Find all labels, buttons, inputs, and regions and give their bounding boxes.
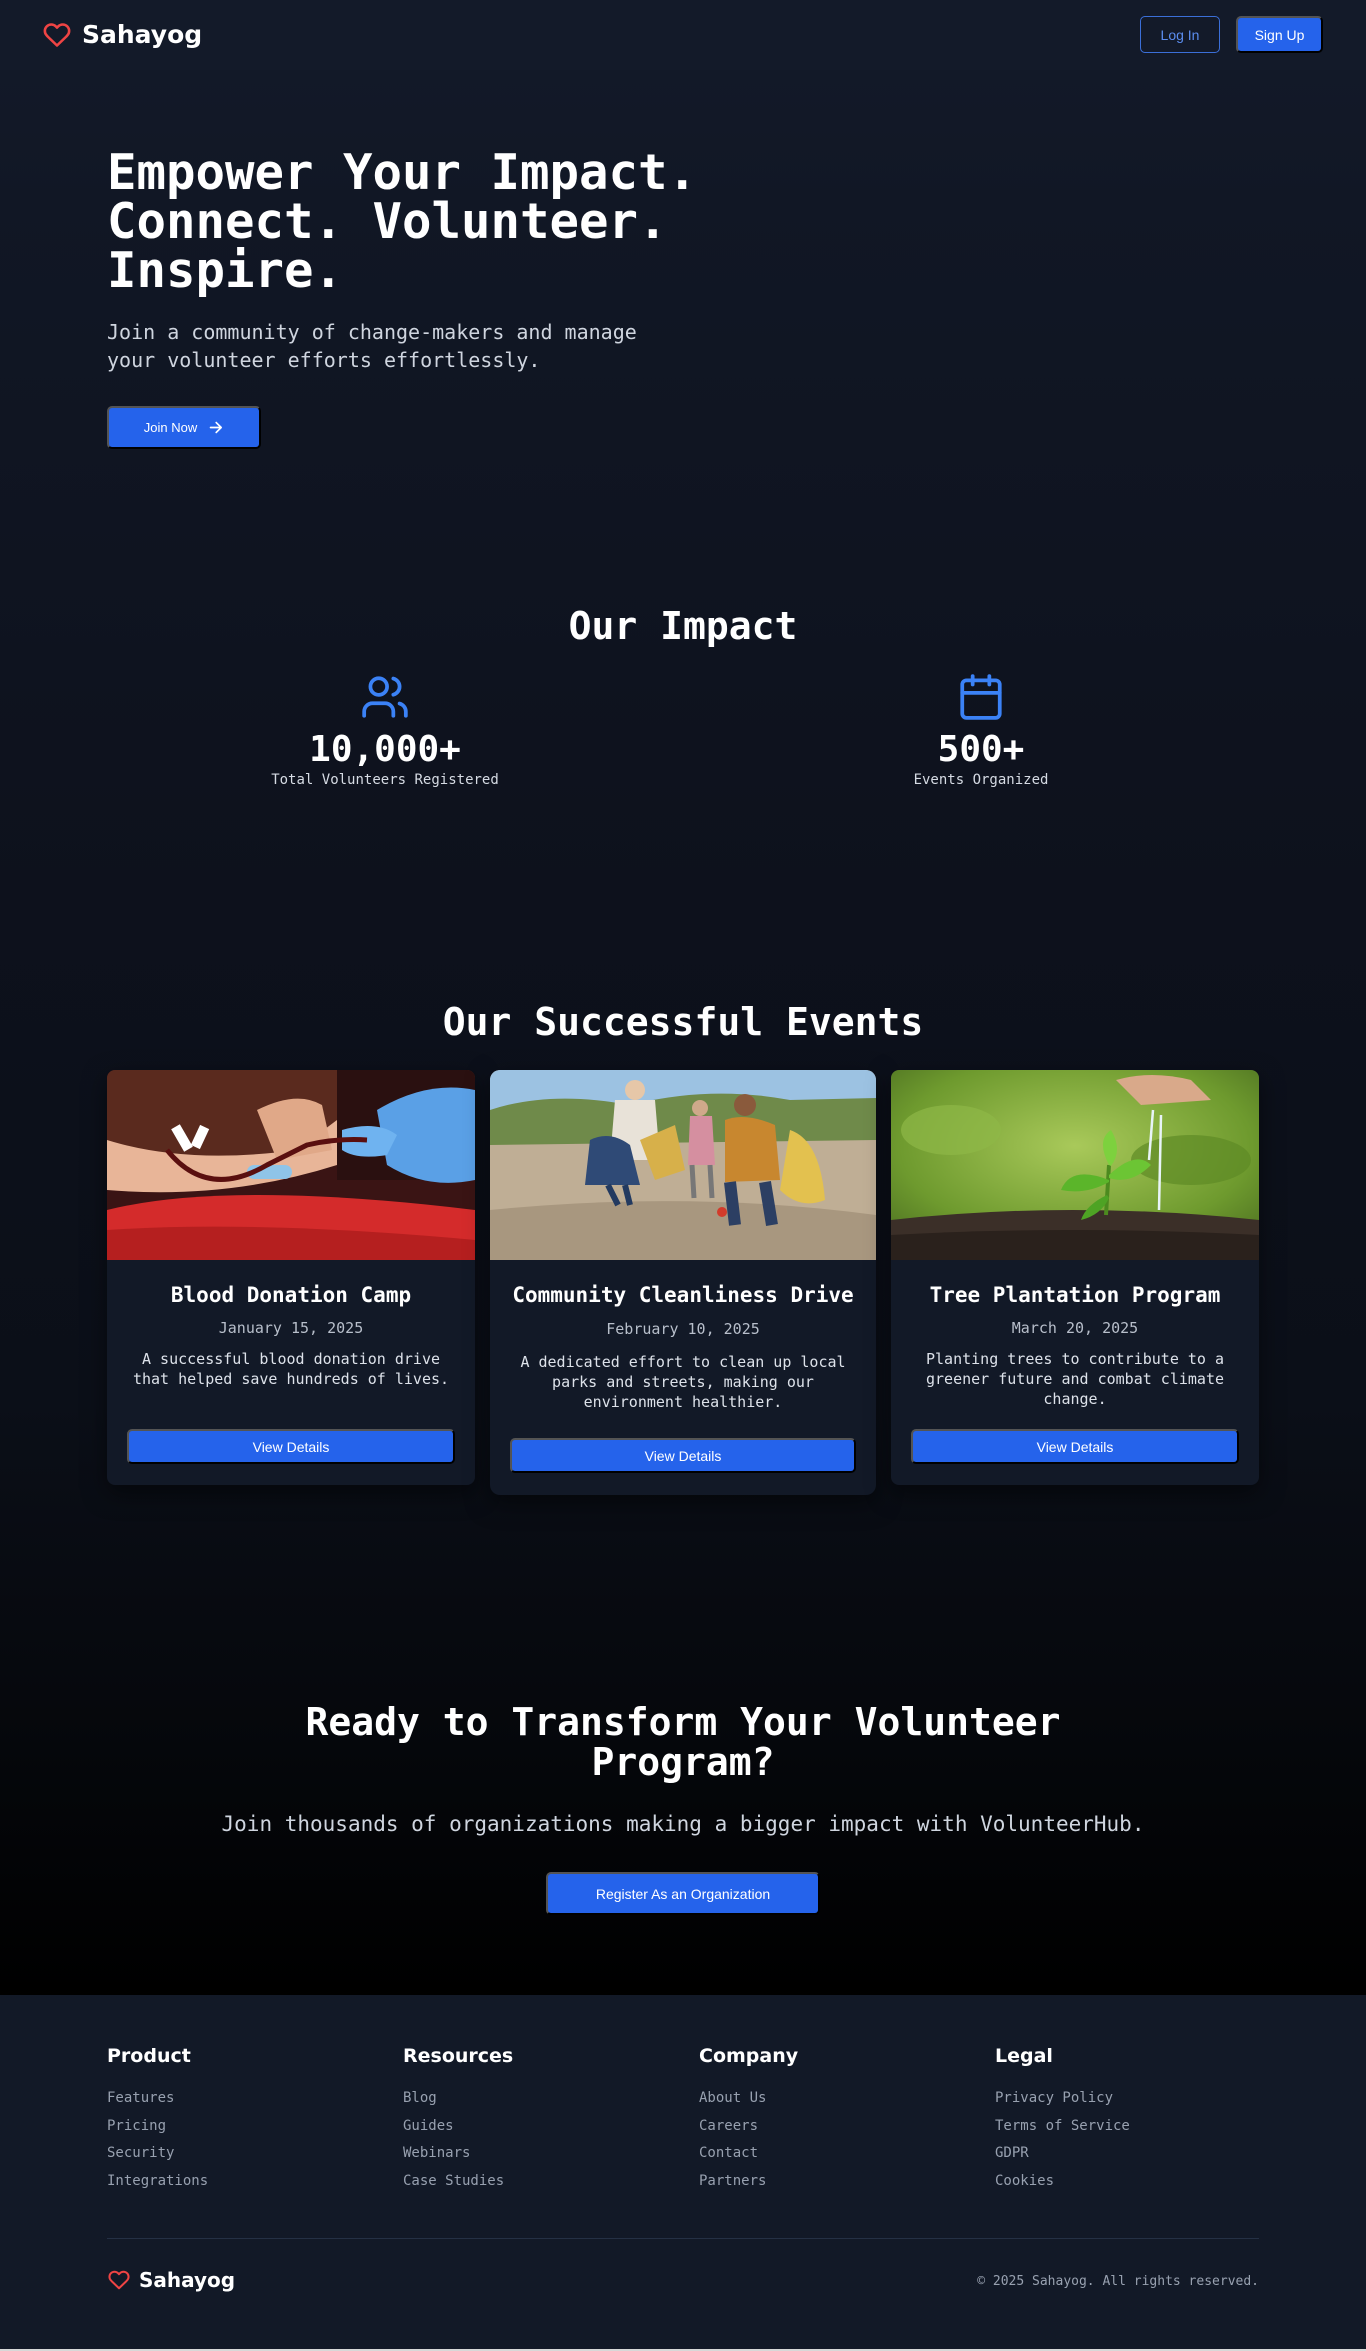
footer-link[interactable]: Features	[107, 2085, 208, 2113]
cta-subtitle: Join thousands of organizations making a…	[221, 1812, 1145, 1836]
event-card: Blood Donation Camp January 15, 2025 A s…	[107, 1070, 475, 1485]
hero-subtitle: Join a community of change-makers and ma…	[107, 320, 637, 372]
footer-link[interactable]: Integrations	[107, 2168, 208, 2196]
footer-heading: Resources	[403, 2045, 514, 2067]
event-date: March 20, 2025	[1011, 1319, 1139, 1337]
footer-link[interactable]: Contact	[699, 2140, 798, 2168]
site-footer: Product Features Pricing Security Integr…	[0, 1995, 1366, 2349]
event-title: Community Cleanliness Drive	[512, 1283, 854, 1307]
join-now-label: Join Now	[143, 420, 198, 435]
login-button[interactable]: Log In	[1140, 16, 1220, 53]
footer-heading: Company	[699, 2045, 799, 2067]
event-title: Tree Plantation Program	[929, 1283, 1221, 1307]
hero-title-line: Empower Your Impact.	[107, 144, 698, 201]
tree-plantation-image	[891, 1070, 1259, 1260]
footer-link[interactable]: Cookies	[995, 2168, 1130, 2196]
signup-button[interactable]: Sign Up	[1236, 16, 1323, 53]
impact-title: Our Impact	[568, 604, 798, 648]
copyright-text: © 2025 Sahayog. All rights reserved.	[977, 2274, 1259, 2289]
footer-link[interactable]: Careers	[699, 2113, 798, 2141]
event-title: Blood Donation Camp	[170, 1283, 412, 1307]
event-date: January 15, 2025	[218, 1319, 364, 1337]
event-card: Tree Plantation Program March 20, 2025 P…	[891, 1070, 1259, 1485]
heart-icon	[108, 2270, 130, 2290]
event-description: A dedicated effort to clean up local par…	[520, 1353, 846, 1411]
footer-link[interactable]: About Us	[699, 2085, 798, 2113]
footer-column-legal: Legal Privacy Policy Terms of Service GD…	[995, 2045, 1130, 2195]
users-icon	[362, 676, 408, 718]
cleanliness-drive-image	[490, 1070, 876, 1260]
event-description: Planting trees to contribute to a greene…	[925, 1350, 1224, 1408]
footer-brand-name: Sahayog	[139, 2268, 236, 2292]
event-description: A successful blood donation drive that h…	[132, 1350, 450, 1388]
events-title: Our Successful Events	[442, 1000, 924, 1044]
footer-heading: Legal	[995, 2045, 1053, 2067]
brand-logo[interactable]: Sahayog	[42, 20, 202, 49]
footer-link[interactable]: Webinars	[403, 2140, 513, 2168]
view-details-button[interactable]: View Details	[510, 1438, 856, 1473]
view-details-button[interactable]: View Details	[127, 1429, 455, 1464]
brand-name: Sahayog	[82, 20, 203, 49]
hero-title-line: Connect. Volunteer.	[107, 193, 668, 250]
footer-link[interactable]: Case Studies	[403, 2168, 513, 2196]
footer-heading: Product	[107, 2045, 191, 2067]
stat-events: 500+ Events Organized	[831, 672, 1131, 788]
arrow-right-icon	[209, 421, 223, 434]
hero-title: Empower Your Impact. Connect. Volunteer.…	[107, 148, 807, 295]
footer-link[interactable]: Guides	[403, 2113, 513, 2141]
stat-number: 500+	[937, 729, 1025, 770]
stat-volunteers: 10,000+ Total Volunteers Registered	[235, 672, 535, 788]
footer-column-company: Company About Us Careers Contact Partner…	[699, 2045, 798, 2195]
stat-number: 10,000+	[309, 729, 461, 770]
event-date: February 10, 2025	[606, 1320, 760, 1338]
join-now-button[interactable]: Join Now	[107, 406, 261, 449]
footer-link[interactable]: Pricing	[107, 2113, 208, 2141]
footer-link[interactable]: Blog	[403, 2085, 513, 2113]
stat-label: Events Organized	[913, 772, 1049, 788]
footer-link[interactable]: Security	[107, 2140, 208, 2168]
event-card: Community Cleanliness Drive February 10,…	[490, 1070, 876, 1495]
cta-title: Ready to Transform Your Volunteer Progra…	[305, 1700, 1061, 1784]
footer-link[interactable]: Terms of Service	[995, 2113, 1130, 2141]
footer-column-resources: Resources Blog Guides Webinars Case Stud…	[403, 2045, 513, 2195]
view-details-button[interactable]: View Details	[911, 1429, 1239, 1464]
site-header: Sahayog Log In Sign Up	[0, 0, 1366, 70]
hero-title-line: Inspire.	[107, 242, 344, 299]
footer-divider	[107, 2238, 1259, 2239]
register-organization-button[interactable]: Register As an Organization	[546, 1872, 820, 1915]
heart-icon	[43, 22, 71, 47]
footer-brand-logo[interactable]: Sahayog	[107, 2268, 235, 2292]
footer-link[interactable]: Privacy Policy	[995, 2085, 1130, 2113]
footer-link[interactable]: GDPR	[995, 2140, 1130, 2168]
calendar-icon	[960, 674, 1002, 720]
footer-column-product: Product Features Pricing Security Integr…	[107, 2045, 208, 2195]
blood-donation-image	[107, 1070, 475, 1260]
stat-label: Total Volunteers Registered	[271, 772, 499, 788]
footer-link[interactable]: Partners	[699, 2168, 798, 2196]
